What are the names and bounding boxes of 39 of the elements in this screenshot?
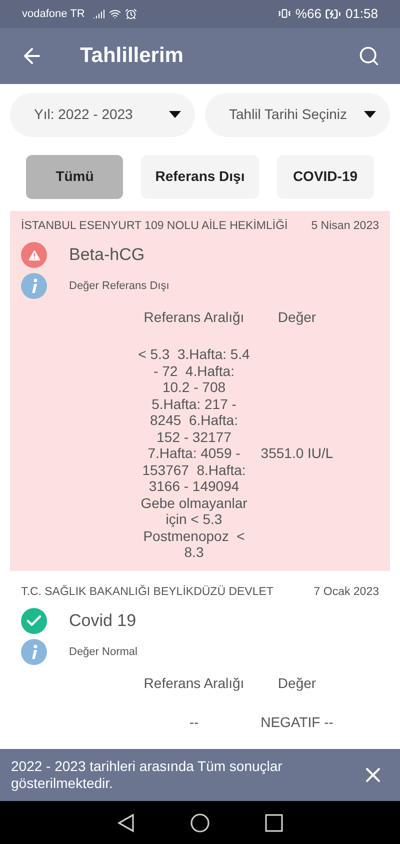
result-date: 5 Nisan 2023: [311, 218, 379, 234]
check-icon: [21, 608, 47, 634]
result-value: NEGATIF --: [260, 712, 334, 732]
reference-range: < 5.3 3.Hafta: 5.4 - 72 4.Hafta: 10.2 - 708 5.Hafta: 217 - 8245 6.Hafta: 152 - 32177 7.Hafta: 4059 - 153767 8.Hafta: 3166 - 149094 Gebe olmayanlar için < 5.3 Postmenopoz < 8.3: [138, 346, 250, 561]
status-text: Değer Normal: [69, 644, 138, 660]
app-title: Tahlillerim: [80, 43, 184, 70]
result-date: 7 Ocak 2023: [314, 584, 379, 600]
alarm-icon: [124, 8, 137, 20]
reference-range: --: [188, 714, 200, 731]
warning-icon: [21, 242, 47, 268]
institution-name: İSTANBUL ESENYURT 109 NOLU AİLE HEKİMLİĞİ: [21, 218, 288, 234]
carrier-text: vodafone TR: [22, 6, 85, 22]
filter-tab[interactable]: Referans Dışı: [141, 154, 259, 199]
filter-tab[interactable]: Tümü: [26, 154, 124, 199]
column-header: Değer: [278, 674, 316, 693]
filter-tab[interactable]: COVID-19: [276, 154, 374, 199]
home-nav-icon[interactable]: [190, 812, 210, 833]
status-text: Değer Referans Dışı: [69, 278, 170, 294]
info-icon: [21, 638, 47, 665]
column-header: Referans Aralığı: [144, 674, 244, 693]
result-value: 3551.0 IU/L: [260, 444, 334, 463]
recents-nav-icon[interactable]: [264, 814, 283, 832]
back-nav-icon[interactable]: [117, 812, 136, 833]
vibrate-icon: [278, 7, 292, 20]
column-header: Referans Aralığı: [144, 308, 244, 328]
result-card[interactable]: [10, 210, 390, 571]
snackbar-message: 2022 - 2023 tarihleri arasında Tüm sonuçlar gösterilmektedir.: [11, 758, 284, 792]
info-icon: [21, 273, 47, 300]
test-name: Covid 19: [69, 610, 136, 632]
caret-icon: [169, 111, 181, 118]
dropdown[interactable]: Yıl: 2022 - 2023: [10, 92, 195, 137]
caret-icon: [364, 111, 376, 118]
battery-percent: %66: [295, 5, 322, 24]
institution-name: T.C. SAĞLIK BAKANLIĞI BEYLİKDÜZÜ DEVLET: [21, 584, 274, 600]
dropdown[interactable]: Tahlil Tarihi Seçiniz: [205, 92, 390, 137]
search-button[interactable]: [358, 44, 380, 67]
test-name: Beta-hCG: [69, 244, 145, 266]
column-header: Değer: [278, 308, 316, 328]
clock-text: 01:58: [345, 5, 378, 24]
